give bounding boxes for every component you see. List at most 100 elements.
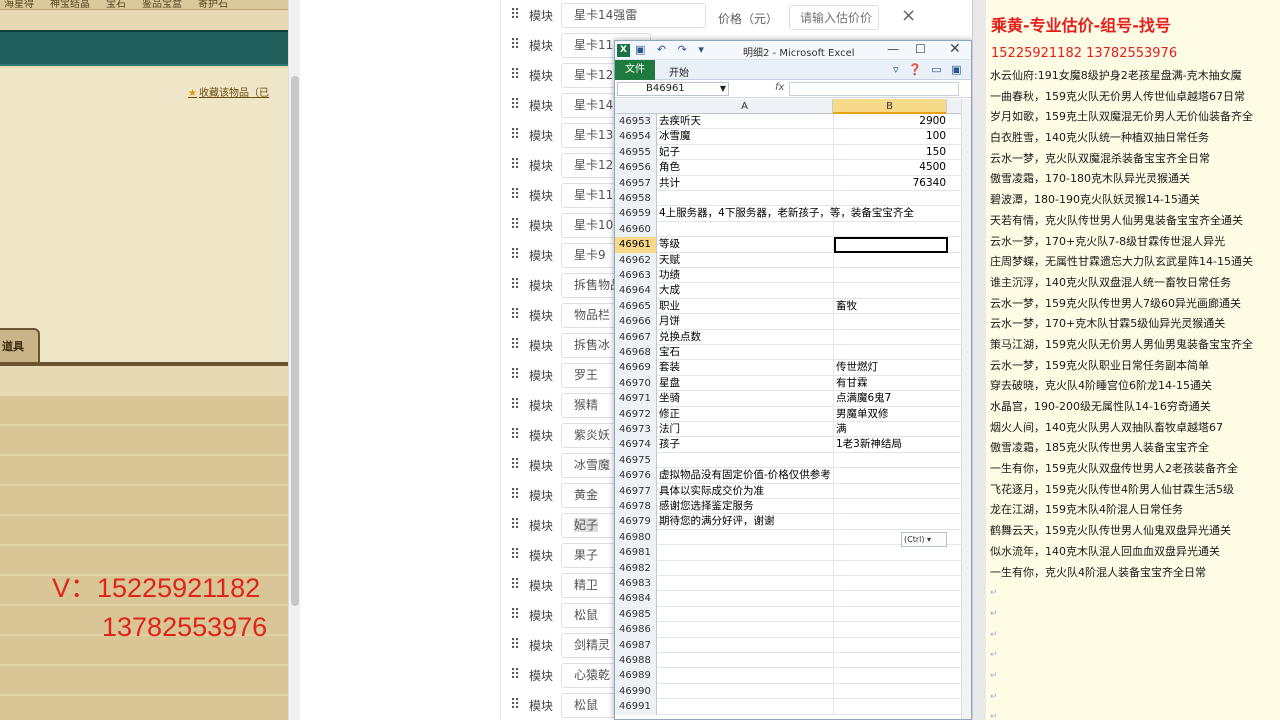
cell-a[interactable]: 修正 [658,406,834,422]
name-box[interactable]: B46961 ▼ [617,82,729,96]
cell-b[interactable] [834,499,948,514]
cell-a[interactable] [658,668,834,684]
maximize-icon[interactable]: ☐ [915,42,926,56]
sheet-grid[interactable]: 46953 去疾听天 2900 46954 冰雪魔 100 46955 妃子 150 46956 角… [615,114,961,719]
row-number[interactable]: 46980 [615,529,657,546]
drag-handle-icon[interactable]: ⠿ [510,638,520,652]
cell-a[interactable] [658,452,834,469]
cell-a[interactable]: 冰雪魔 [658,129,834,145]
drag-handle-icon[interactable]: ⠿ [510,188,520,202]
drag-handle-icon[interactable]: ⠿ [510,38,520,52]
cell-b[interactable] [834,561,948,576]
module-name-input[interactable]: 星卡14强雷 [561,3,706,28]
drag-handle-icon[interactable]: ⠿ [510,338,520,352]
cell-a[interactable]: 大成 [658,283,834,299]
minimize-icon[interactable]: — [887,42,899,56]
cell-b[interactable]: 传世燃灯 [834,360,948,375]
drag-handle-icon[interactable]: ⠿ [510,158,520,172]
cell-b[interactable] [834,668,948,683]
drag-handle-icon[interactable]: ⠿ [510,458,520,472]
row-number[interactable]: 46965 [615,298,657,315]
cell-a[interactable] [658,637,834,653]
cell-a[interactable]: 去疾听天 [658,114,834,130]
cell-a[interactable]: 职业 [658,298,834,315]
cell-a[interactable]: 共计 [658,175,834,191]
row-number[interactable]: 46970 [615,375,657,392]
drag-handle-icon[interactable]: ⠿ [510,278,520,292]
drag-handle-icon[interactable]: ⠿ [510,428,520,442]
cell-b[interactable]: 150 [834,145,948,160]
drag-handle-icon[interactable]: ⠿ [510,68,520,82]
cell-b[interactable]: 1老3新神结局 [834,437,948,452]
top-menu-item[interactable]: 鉴品宝盒 [142,0,182,9]
cell-b[interactable] [834,638,948,653]
cell-a[interactable] [658,699,834,715]
cell-b[interactable] [834,453,948,468]
cell-a[interactable]: 宝石 [658,345,834,361]
drag-handle-icon[interactable]: ⠿ [510,308,520,322]
drag-handle-icon[interactable]: ⠿ [510,368,520,382]
cell-b[interactable] [834,314,948,329]
row-number[interactable]: 46957 [615,175,657,191]
cell-b[interactable] [834,222,948,237]
left-scrollbar[interactable] [288,0,300,720]
row-number[interactable]: 46964 [615,283,657,299]
selected-cell[interactable] [834,237,948,253]
cell-b[interactable]: 有甘霖 [834,376,948,391]
cell-a[interactable]: 具体以实际成交价为准 [658,483,834,499]
cell-b[interactable]: 4500 [834,160,948,175]
drag-handle-icon[interactable]: ⠿ [510,398,520,412]
cell-a[interactable] [658,529,834,546]
cell-a[interactable]: 期待您的满分好评，谢谢 [658,514,834,530]
cell-b[interactable] [834,607,948,622]
column-header-a[interactable]: A [657,99,833,114]
cell-a[interactable]: 法门 [658,422,834,438]
formula-input[interactable] [789,82,959,96]
drag-handle-icon[interactable]: ⠿ [510,128,520,142]
row-number[interactable]: 46988 [615,653,657,669]
row-number[interactable]: 46956 [615,160,657,176]
row-number[interactable]: 46963 [615,268,657,284]
drag-handle-icon[interactable]: ⠿ [510,668,520,682]
row-number[interactable]: 46954 [615,129,657,145]
cell-b[interactable]: 满 [834,422,948,437]
row-number[interactable]: 46967 [615,329,657,345]
cell-b[interactable] [834,684,948,699]
drag-handle-icon[interactable]: ⠿ [510,8,520,22]
cell-b[interactable] [834,268,948,283]
cell-a[interactable]: 孩子 [658,437,834,453]
row-number[interactable]: 46973 [615,422,657,438]
excel-window[interactable]: X ▣ ↶ ↷ ▾ 明细2 - Microsoft Excel — ☐ ✕ 文件… [614,40,972,720]
drag-handle-icon[interactable]: ⠿ [510,488,520,502]
ribbon-window-controls[interactable]: ▿ ❓ ▭ ▣ ✕ [893,63,971,76]
row-number[interactable]: 46974 [615,437,657,453]
close-icon[interactable]: × [901,6,916,26]
drag-handle-icon[interactable]: ⠿ [510,698,520,712]
cell-b[interactable]: 76340 [834,176,948,191]
cell-b[interactable] [834,253,948,268]
row-number[interactable]: 46953 [615,114,657,130]
top-menu-item[interactable]: 神宝结晶 [50,0,90,9]
row-number[interactable]: 46966 [615,314,657,330]
row-number[interactable]: 46959 [615,206,657,222]
quick-access-toolbar[interactable]: ▣ ↶ ↷ ▾ [635,43,708,56]
tab-file[interactable]: 文件 [615,60,655,80]
cell-a[interactable] [658,221,834,238]
drag-handle-icon[interactable]: ⠿ [510,548,520,562]
cell-a[interactable]: 4上服务器，4下服务器，老新孩子，等，装备宝宝齐全 [658,206,914,222]
cell-a[interactable]: 天赋 [658,252,834,268]
sheet-scrollbar[interactable] [961,99,971,719]
row-number[interactable]: 46977 [615,483,657,499]
cell-b[interactable] [834,206,948,221]
cell-b[interactable] [834,345,948,360]
cell-b[interactable] [834,545,948,560]
cell-b[interactable]: 男魔单双修 [834,407,948,422]
row-number[interactable]: 46961 [615,237,657,253]
cell-b[interactable] [834,330,948,345]
row-number[interactable]: 46971 [615,391,657,407]
cell-b[interactable]: 2900 [834,114,948,129]
game-top-menu[interactable]: 海星得 神宝结晶 宝石 鉴品宝盒 寄护石 [0,0,288,10]
cell-b[interactable]: 畜牧 [834,299,948,314]
top-menu-item[interactable]: 海星得 [4,0,34,9]
drag-handle-icon[interactable]: ⠿ [510,248,520,262]
